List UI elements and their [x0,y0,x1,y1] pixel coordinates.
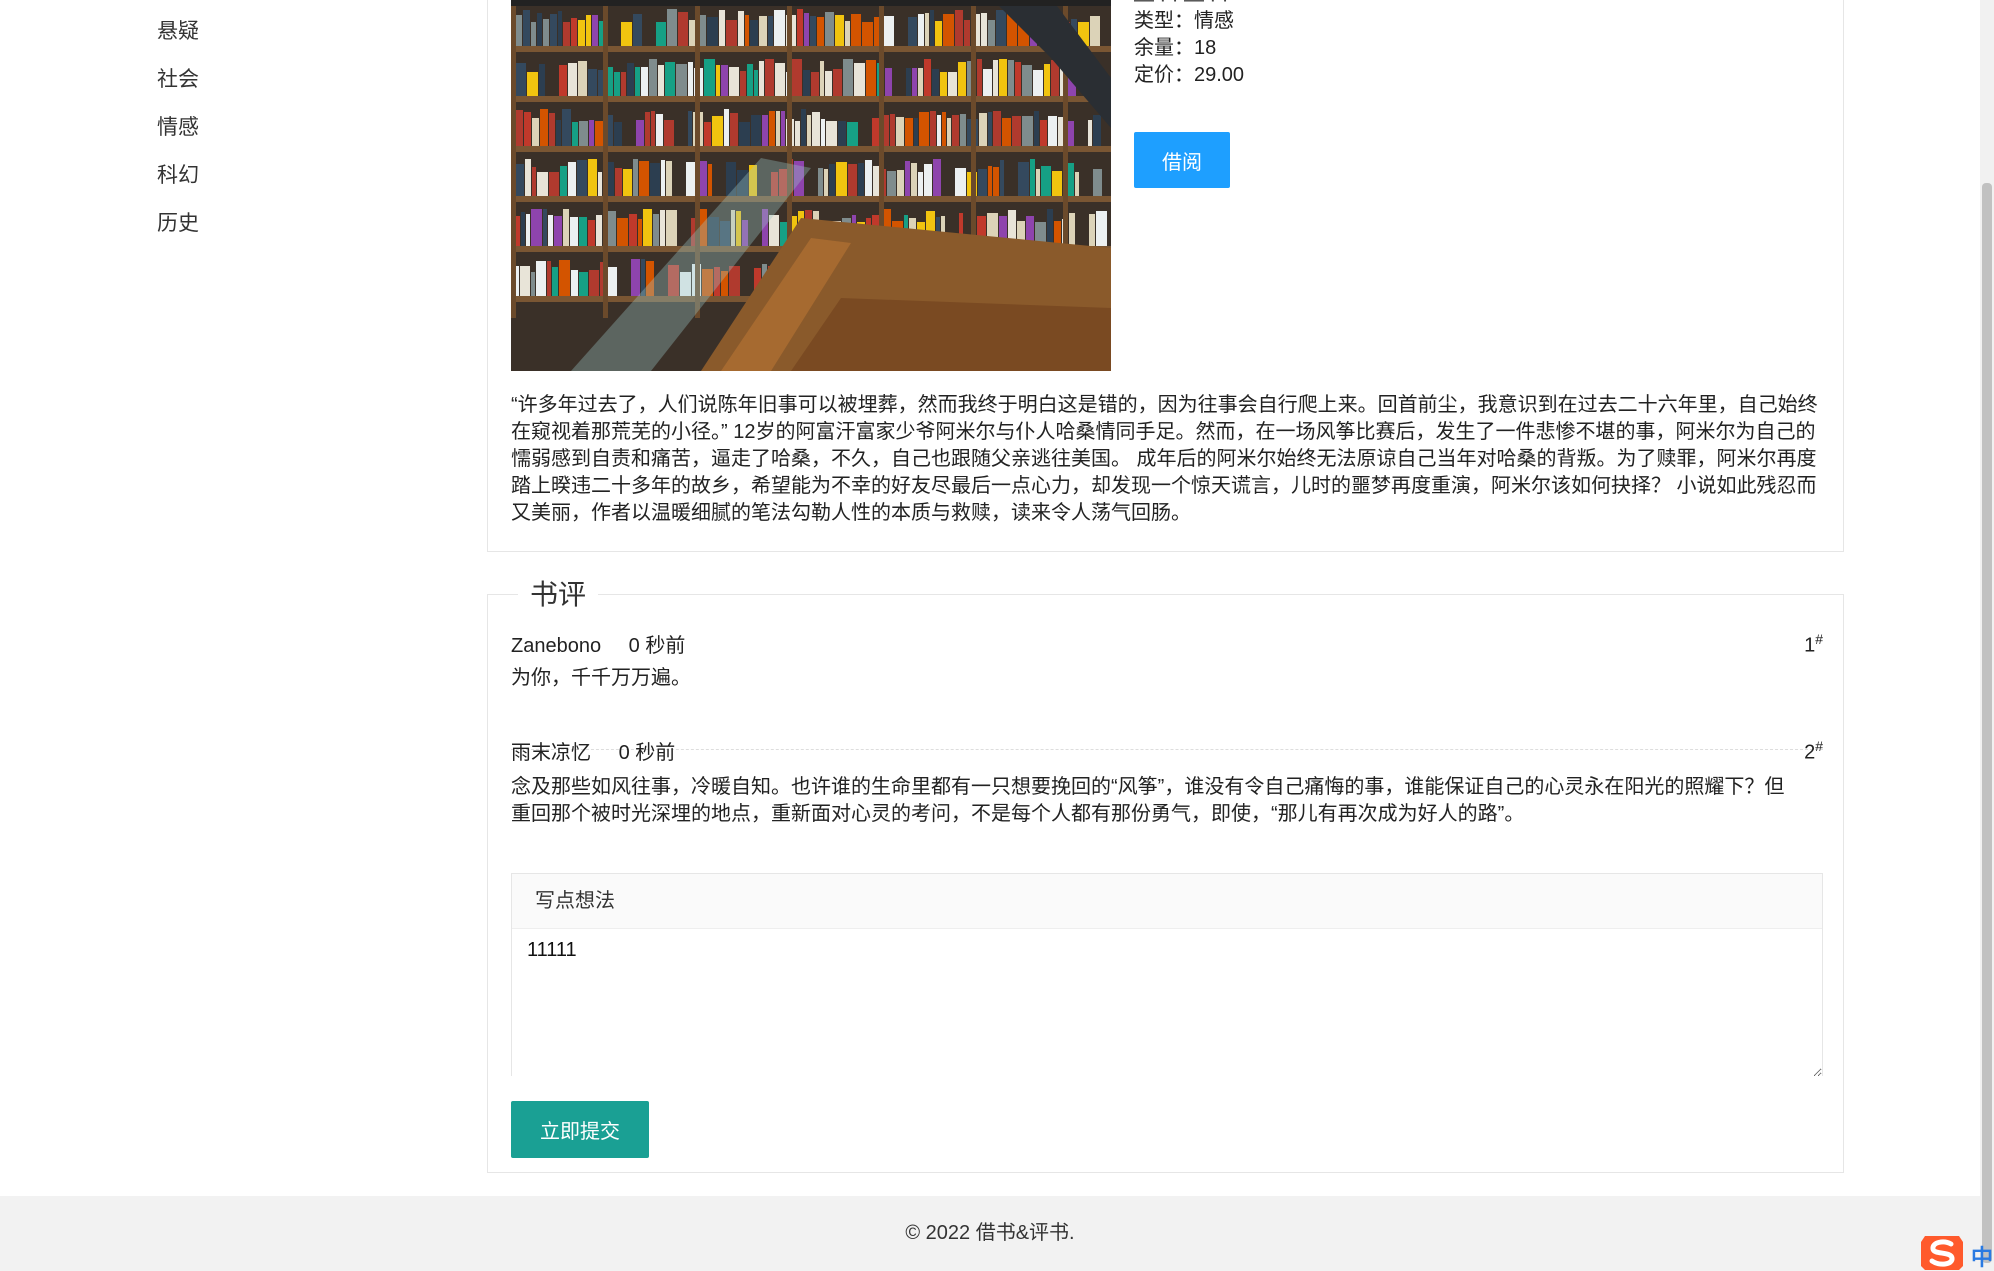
book-meta: — · · — · · 类型：情感 余量：18 定价：29.00 [1134,0,1244,89]
sogou-ime-icon[interactable] [1919,1232,1967,1271]
comment-time: 0 秒前 [618,742,676,764]
comment-text: 念及那些如风往事，冷暖自知。也许谁的生命里都有一只想要挽回的“风筝”，谁没有令自… [511,776,1785,825]
sidebar-item-suspense[interactable]: 悬疑 [157,12,199,60]
sidebar-item-romance[interactable]: 情感 [157,108,199,156]
comment-header: 雨末凉忆 0 秒前 [511,738,1823,768]
reviews-title: 书评 [518,579,599,611]
bookshelf-photo [511,0,1111,371]
borrow-button[interactable]: 借阅 [1134,132,1230,188]
reviews-section: 书评 Zanebono 0 秒前 1# 为你，千千万万遍。 雨末凉忆 0 秒前 … [487,579,1844,1173]
sidebar-item-scifi[interactable]: 科幻 [157,156,199,204]
comment-time: 0 秒前 [628,635,686,657]
category-sidebar: 悬疑 社会 情感 科幻 历史 [157,12,199,252]
book-type: 类型：情感 [1134,10,1234,32]
book-stock: 余量：18 [1134,37,1217,59]
book-cover-image [511,0,1111,371]
comment-floor: 1# [1804,631,1823,657]
comment-editor: 写点想法 11111 [511,873,1823,1077]
book-price: 定价：29.00 [1134,64,1245,86]
book-detail-page: 悬疑 社会 情感 科幻 历史 — · · — · · [0,0,1994,1271]
comment-item: Zanebono 0 秒前 1# 为你，千千万万遍。 [511,631,1823,750]
editor-title: 写点想法 [512,874,1822,929]
comment-author[interactable]: 雨末凉忆 [511,742,591,764]
comment-item: 雨末凉忆 0 秒前 2# 念及那些如风往事，冷暖自知。也许谁的生命里都有一只想要… [511,738,1823,879]
comment-floor: 2# [1804,738,1823,764]
submit-comment-button[interactable]: 立即提交 [511,1101,649,1158]
book-meta-clipped-line: — · · — · · [1134,0,1244,8]
comment-textarea[interactable]: 11111 [512,929,1822,1077]
comment-header: Zanebono 0 秒前 [511,631,1823,661]
scrollbar-thumb[interactable] [1982,183,1992,1263]
ime-mode-indicator[interactable]: 中 [1971,1240,1993,1271]
book-description: “许多年过去了，人们说陈年旧事可以被埋葬，然而我终于明白这是错的，因为往事会自行… [511,394,1818,524]
sidebar-item-history[interactable]: 历史 [157,204,199,252]
page-footer: © 2022 借书&评书. [0,1196,1980,1271]
vertical-scrollbar[interactable] [1980,0,1994,1271]
comment-text: 为你，千千万万遍。 [511,667,691,689]
sidebar-item-society[interactable]: 社会 [157,60,199,108]
book-info-panel: — · · — · · 类型：情感 余量：18 定价：29.00 借阅 “许多年… [487,0,1844,552]
comment-author[interactable]: Zanebono [511,635,601,657]
